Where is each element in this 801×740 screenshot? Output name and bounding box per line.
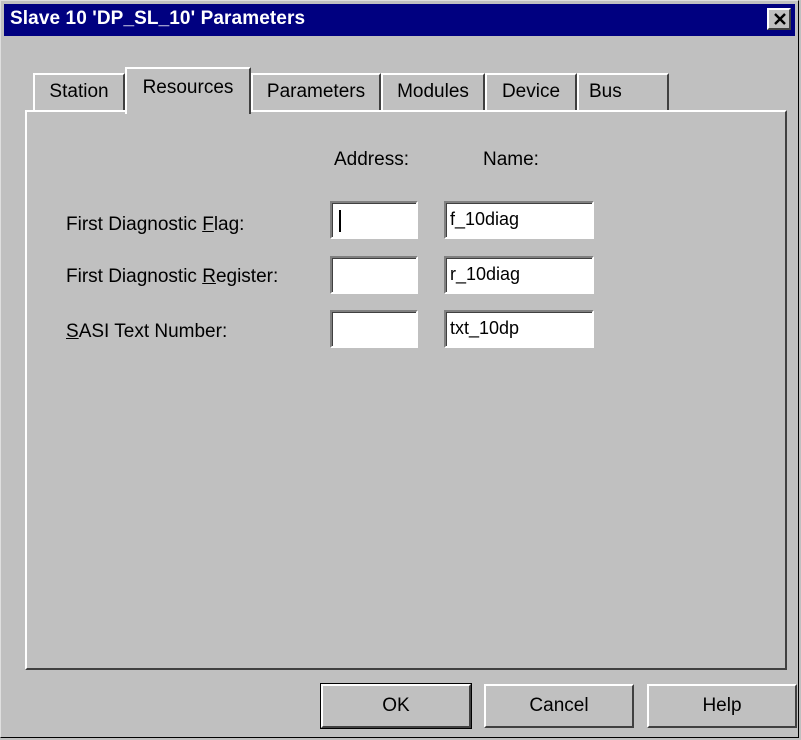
tab-station[interactable]: Station — [33, 73, 125, 111]
text-caret — [339, 210, 341, 232]
active-tab-joint — [127, 109, 245, 113]
ok-button[interactable]: OK — [320, 683, 472, 729]
close-button[interactable] — [767, 8, 791, 30]
first-diagnostic-register-address-input[interactable] — [330, 256, 418, 294]
tab-resources-label: Resources — [142, 77, 234, 98]
tab-parameters[interactable]: Parameters — [251, 73, 381, 111]
help-button[interactable]: Help — [647, 684, 797, 728]
tab-device-label: Device — [501, 81, 561, 102]
cancel-button[interactable]: Cancel — [484, 684, 634, 728]
ok-button-label: OK — [382, 695, 410, 716]
first-diagnostic-register-name-input[interactable]: r_10diag — [444, 256, 594, 294]
tab-bus-label: Bus — [589, 81, 622, 102]
tab-device[interactable]: Device — [485, 73, 577, 111]
tab-bus[interactable]: Bus — [577, 73, 669, 111]
field-value: f_10diag — [450, 209, 520, 229]
first-diagnostic-flag-address-input[interactable] — [330, 201, 418, 239]
tab-station-label: Station — [49, 81, 109, 102]
tab-parameters-label: Parameters — [266, 81, 366, 102]
sasi-text-number-name-input[interactable]: txt_10dp — [444, 310, 594, 348]
window-title: Slave 10 'DP_SL_10' Parameters — [10, 8, 306, 29]
sasi-text-number-address-input[interactable] — [330, 310, 418, 348]
close-icon — [774, 13, 786, 25]
tab-resources[interactable]: Resources — [125, 67, 251, 114]
cancel-button-label: Cancel — [529, 695, 589, 716]
help-button-label: Help — [702, 695, 742, 716]
field-value: r_10diag — [450, 264, 521, 284]
first-diagnostic-flag-name-input[interactable]: f_10diag — [444, 201, 594, 239]
dialog-window: Slave 10 'DP_SL_10' Parameters Station R… — [0, 0, 799, 738]
title-bar[interactable]: Slave 10 'DP_SL_10' Parameters — [4, 4, 795, 36]
field-value: txt_10dp — [450, 318, 520, 338]
resources-panel — [25, 110, 787, 670]
tab-modules[interactable]: Modules — [381, 73, 485, 111]
tab-modules-label: Modules — [397, 81, 469, 102]
